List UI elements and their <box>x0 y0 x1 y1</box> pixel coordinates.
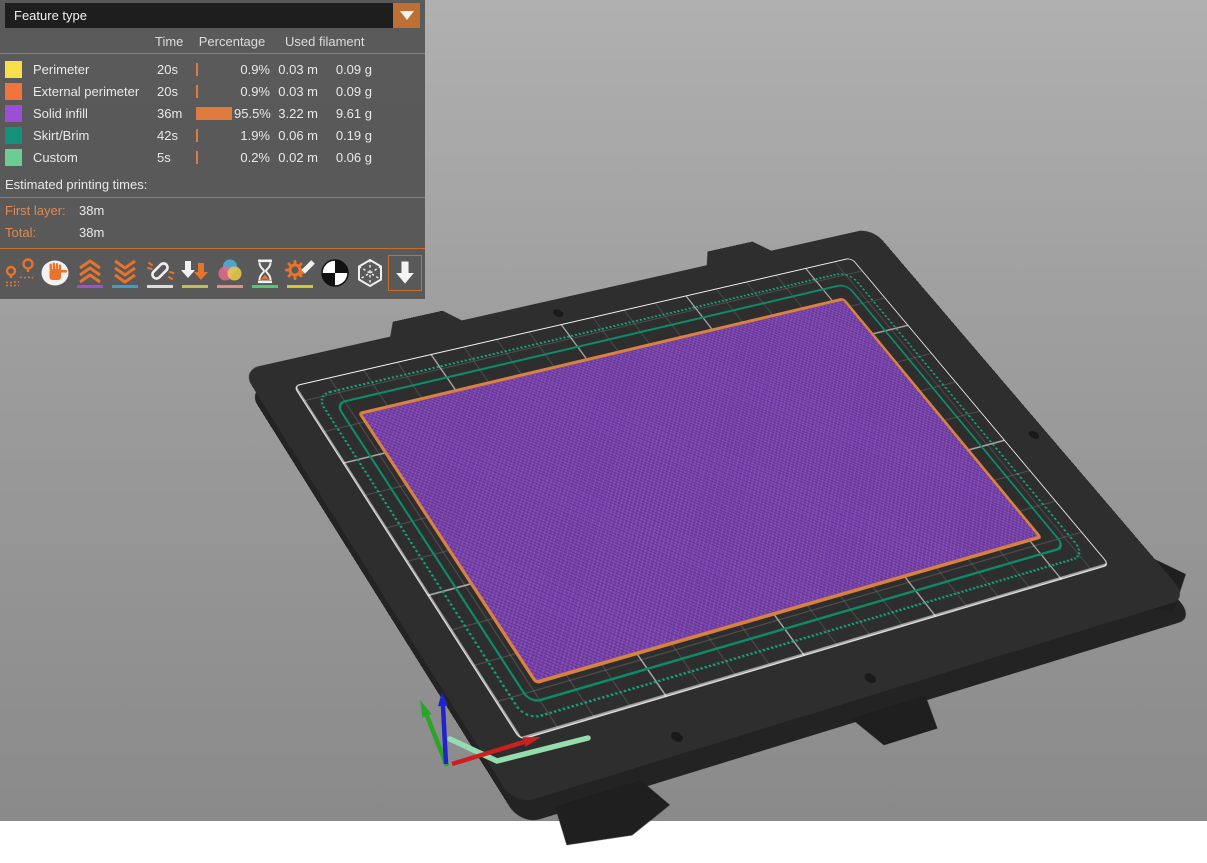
custom-gcodes-button[interactable] <box>283 255 317 291</box>
bed-screw-hole <box>1026 430 1041 440</box>
color-swatch <box>5 127 22 144</box>
first-layer-label: First layer: <box>5 203 79 218</box>
feature-percentage: 0.9% <box>234 62 270 77</box>
feature-time: 5s <box>157 150 196 165</box>
total-label: Total: <box>5 225 79 240</box>
column-header-percentage: Percentage <box>193 34 271 49</box>
filament-length: 0.03 m <box>270 84 318 99</box>
shells-icon <box>353 256 387 290</box>
bed-back-tab <box>695 239 777 269</box>
filament-length: 3.22 m <box>270 106 318 121</box>
table-row: Solid infill 36m 95.5% 3.22 m 9.61 g <box>0 102 425 124</box>
color-swatch <box>5 83 22 100</box>
wipe-icon <box>38 256 72 290</box>
percentage-bar <box>196 151 198 164</box>
percentage-bar-cell <box>196 151 234 164</box>
view-type-value: Feature type <box>14 8 87 23</box>
pause-prints-button[interactable] <box>248 255 282 291</box>
filament-length: 0.03 m <box>270 62 318 77</box>
solid-infill-print <box>357 297 1042 684</box>
deretractions-button[interactable] <box>108 255 142 291</box>
first-layer-value: 38m <box>79 203 104 218</box>
filament-mass: 0.09 g <box>318 84 372 99</box>
feature-percentage: 0.9% <box>234 84 270 99</box>
filament-mass: 0.19 g <box>318 128 372 143</box>
table-row: Custom 5s 0.2% 0.02 m 0.06 g <box>0 146 425 168</box>
feature-label: Solid infill <box>33 106 157 121</box>
percentage-bar-cell <box>196 129 234 142</box>
deretractions-icon <box>108 256 142 290</box>
view-type-dropdown[interactable]: Feature type <box>5 3 393 28</box>
wipe-button[interactable] <box>38 255 72 291</box>
tool-changes-button[interactable] <box>178 255 212 291</box>
table-row: External perimeter 20s 0.9% 0.03 m 0.09 … <box>0 80 425 102</box>
color-swatch <box>5 61 22 78</box>
legend-panel: Feature type Time Percentage Used filame… <box>0 0 425 299</box>
view-type-dropdown-button[interactable] <box>393 3 420 28</box>
center-of-mass-icon <box>318 256 352 290</box>
feature-time: 36m <box>157 106 196 121</box>
seams-button[interactable] <box>143 255 177 291</box>
percentage-bar <box>196 129 198 142</box>
pause-prints-icon <box>248 256 282 290</box>
travels-button[interactable] <box>3 255 37 291</box>
filament-length: 0.02 m <box>270 150 318 165</box>
column-header-used-filament: Used filament <box>285 34 364 49</box>
percentage-bar-cell <box>196 85 234 98</box>
feature-percentage: 0.2% <box>234 150 270 165</box>
retractions-button[interactable] <box>73 255 107 291</box>
bed-screw-hole <box>669 730 686 743</box>
feature-label: Custom <box>33 150 157 165</box>
filament-mass: 0.06 g <box>318 150 372 165</box>
custom-gcodes-icon <box>283 256 317 290</box>
chevron-down-icon <box>400 11 414 20</box>
percentage-bar-cell <box>196 107 234 120</box>
filament-mass: 9.61 g <box>318 106 372 121</box>
feature-label: Skirt/Brim <box>33 128 157 143</box>
bed-foot <box>844 693 956 751</box>
center-of-mass-button[interactable] <box>318 255 352 291</box>
tool-changes-icon <box>178 256 212 290</box>
bed-back-tab <box>379 308 468 341</box>
percentage-bar <box>196 63 198 76</box>
color-changes-button[interactable] <box>213 255 247 291</box>
color-swatch <box>5 149 22 166</box>
seams-icon <box>143 256 177 290</box>
retractions-icon <box>73 256 107 290</box>
y-axis-arrow <box>420 700 447 766</box>
estimated-times-block: First layer: 38m Total: 38m <box>0 198 425 249</box>
estimated-times-title: Estimated printing times: <box>0 171 425 198</box>
table-row: Skirt/Brim 42s 1.9% 0.06 m 0.19 g <box>0 124 425 146</box>
bed-screw-hole <box>862 672 878 684</box>
feature-percentage: 95.5% <box>234 106 270 121</box>
color-swatch <box>5 105 22 122</box>
total-value: 38m <box>79 225 104 240</box>
filament-mass: 0.09 g <box>318 62 372 77</box>
table-row: Perimeter 20s 0.9% 0.03 m 0.09 g <box>0 58 425 80</box>
bed-screw-hole <box>551 308 565 318</box>
percentage-bar <box>196 107 232 120</box>
feature-percentage: 1.9% <box>234 128 270 143</box>
feature-time: 42s <box>157 128 196 143</box>
feature-type-rows: Perimeter 20s 0.9% 0.03 m 0.09 g Externa… <box>0 54 425 171</box>
legend-column-headers: Time Percentage Used filament <box>0 30 425 54</box>
feature-time: 20s <box>157 62 196 77</box>
percentage-bar-cell <box>196 63 234 76</box>
legend-toggle-button[interactable] <box>388 255 422 291</box>
column-header-time: Time <box>155 34 193 49</box>
legend-toggle-icon <box>390 258 420 288</box>
feature-label: Perimeter <box>33 62 157 77</box>
shells-button[interactable] <box>353 255 387 291</box>
feature-time: 20s <box>157 84 196 99</box>
feature-label: External perimeter <box>33 84 157 99</box>
color-changes-icon <box>213 256 247 290</box>
percentage-bar <box>196 85 198 98</box>
filament-length: 0.06 m <box>270 128 318 143</box>
view-options-toolbar <box>0 249 425 299</box>
travels-icon <box>3 256 37 290</box>
bed-top-surface <box>242 228 1188 805</box>
